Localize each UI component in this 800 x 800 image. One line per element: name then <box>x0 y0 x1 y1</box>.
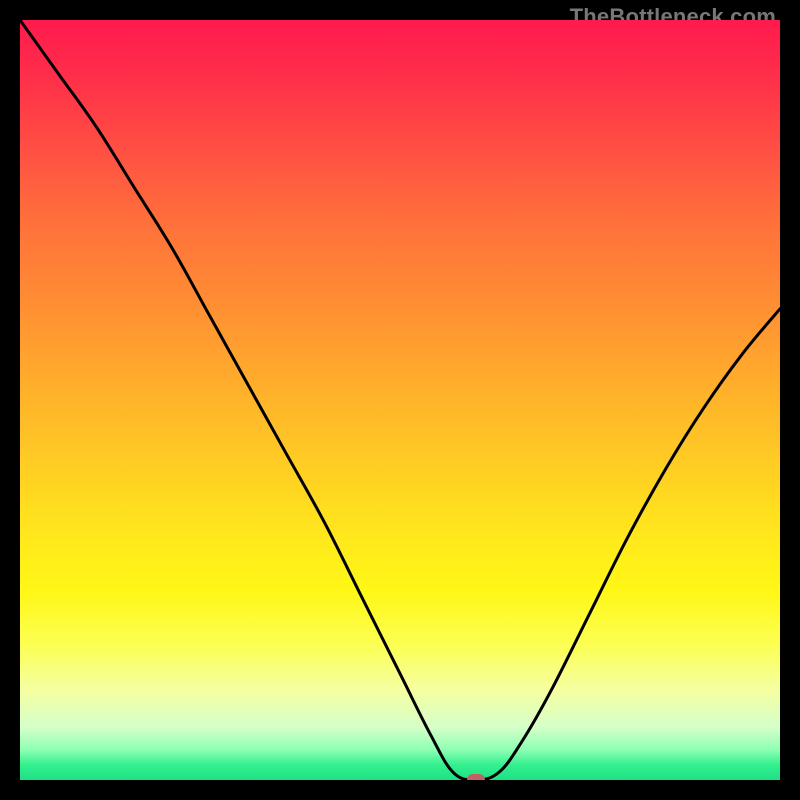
bottleneck-curve <box>20 20 780 780</box>
chart-frame: TheBottleneck.com <box>0 0 800 800</box>
minimum-marker <box>467 774 485 780</box>
plot-area <box>20 20 780 780</box>
